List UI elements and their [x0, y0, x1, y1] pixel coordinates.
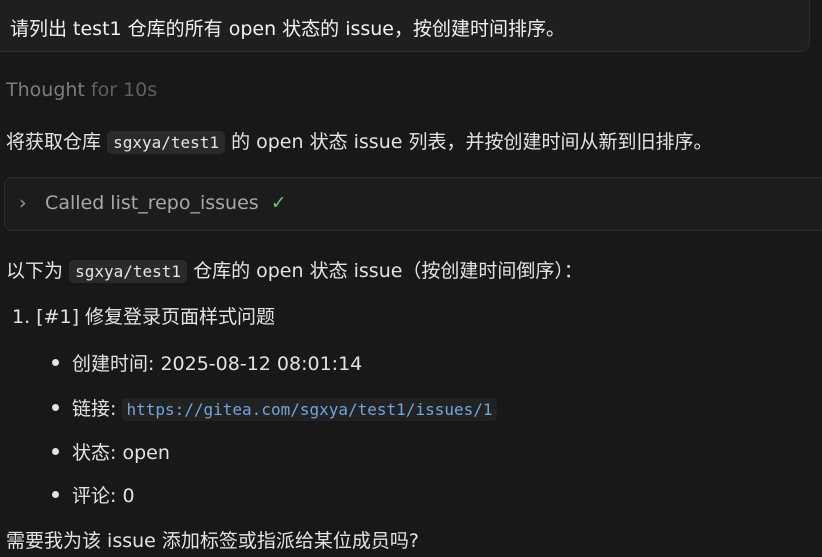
- thought-duration: for 10s: [90, 79, 158, 101]
- follow-up-question: 需要我为该 issue 添加标签或指派给某位成员吗?: [6, 526, 419, 553]
- follow-up-text: 需要我为该 issue 添加标签或指派给某位成员吗?: [6, 530, 419, 552]
- intro-before: 将获取仓库: [6, 131, 102, 153]
- created-label: 创建时间:: [72, 353, 155, 375]
- user-message: 请列出 test1 仓库的所有 open 状态的 issue，按创建时间排序。: [0, 0, 810, 52]
- link-label: 链接:: [72, 398, 117, 420]
- comments-label: 评论:: [72, 485, 117, 507]
- repo-code: sgxya/test1: [107, 131, 226, 154]
- repo-code: sgxya/test1: [69, 260, 188, 283]
- issue-comments: 评论: 0: [52, 481, 135, 508]
- tool-call-card[interactable]: › Called list_repo_issues ✓: [4, 177, 822, 231]
- bullet-dot: [52, 404, 59, 411]
- chat-page: 请列出 test1 仓库的所有 open 状态的 issue，按创建时间排序。 …: [0, 0, 822, 557]
- bullet-dot: [52, 359, 59, 366]
- thought-label: Thought: [6, 79, 85, 101]
- user-message-text: 请列出 test1 仓库的所有 open 状态的 issue，按创建时间排序。: [10, 18, 565, 40]
- assistant-intro: 将获取仓库 sgxya/test1 的 open 状态 issue 列表，并按创…: [6, 127, 712, 154]
- bullet-dot: [52, 448, 59, 455]
- summary-before: 以下为: [6, 260, 64, 282]
- tool-call-label: Called list_repo_issues: [45, 192, 259, 214]
- issue-link: 链接: https://gitea.com/sgxya/test1/issues…: [52, 394, 497, 421]
- issue-created: 创建时间: 2025-08-12 08:01:14: [52, 349, 362, 376]
- intro-after: 的 open 状态 issue 列表，并按创建时间从新到旧排序。: [231, 131, 713, 153]
- issue-title: [#1] 修复登录页面样式问题: [36, 306, 276, 328]
- created-value: 2025-08-12 08:01:14: [160, 353, 363, 375]
- issue-list-item: 1. [#1] 修复登录页面样式问题: [12, 302, 275, 329]
- issue-status: 状态: open: [52, 438, 170, 465]
- issue-url-link[interactable]: https://gitea.com/sgxya/test1/issues/1: [122, 398, 497, 421]
- thought-toggle[interactable]: Thought for 10s: [6, 79, 157, 101]
- chevron-right-icon[interactable]: ›: [19, 192, 39, 214]
- status-label: 状态:: [72, 442, 117, 464]
- summary-after: 仓库的 open 状态 issue（按创建时间倒序）：: [193, 260, 583, 282]
- summary-line: 以下为 sgxya/test1 仓库的 open 状态 issue（按创建时间倒…: [6, 256, 583, 283]
- check-icon: ✓: [270, 192, 287, 214]
- bullet-dot: [52, 491, 59, 498]
- comments-value: 0: [122, 485, 135, 507]
- status-value: open: [122, 442, 170, 464]
- issue-index: 1.: [12, 306, 31, 328]
